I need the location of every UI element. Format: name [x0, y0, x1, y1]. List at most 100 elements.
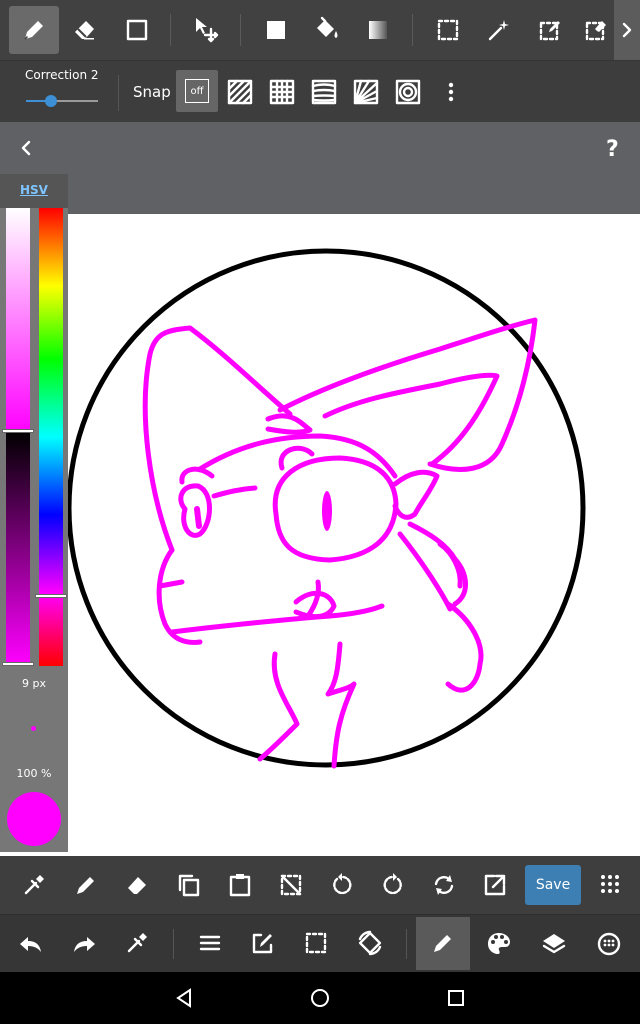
snap-radial-icon — [353, 79, 379, 105]
snap-radial-button[interactable] — [353, 79, 379, 109]
fill-color-tool-button[interactable] — [251, 6, 301, 54]
rotate-canvas-button[interactable] — [356, 929, 384, 961]
copy-button[interactable] — [176, 872, 202, 902]
bucket-tool-button[interactable] — [302, 6, 352, 54]
snap-off-button[interactable]: off — [176, 70, 218, 112]
pen-button[interactable] — [74, 873, 98, 901]
selection-button[interactable] — [304, 931, 328, 959]
menu-button[interactable] — [198, 931, 222, 959]
saturation-bar[interactable] — [6, 208, 30, 432]
eyedropper-button-2[interactable] — [125, 931, 149, 959]
toolbar-divider — [240, 14, 241, 46]
pen-icon — [77, 877, 94, 894]
drawing-canvas[interactable] — [0, 214, 640, 856]
brush-size-slider[interactable] — [26, 92, 98, 110]
snap-label: Snap — [133, 83, 171, 101]
main-toolbar — [0, 0, 640, 60]
eraser-button[interactable] — [125, 873, 149, 901]
collapse-panel-button[interactable] — [14, 136, 38, 164]
snap-circle-icon — [395, 79, 421, 105]
snap-grid-icon — [269, 79, 295, 105]
paste-button[interactable] — [227, 872, 253, 902]
opacity-label: 100 % — [16, 767, 52, 780]
magic-wand-tool-button[interactable] — [474, 6, 524, 54]
transform-button[interactable] — [482, 872, 508, 902]
options-divider — [118, 75, 119, 111]
select-pen-icon — [539, 21, 560, 41]
back-button[interactable] — [172, 986, 196, 1014]
settings-button[interactable] — [596, 931, 622, 961]
grid-menu-button[interactable] — [598, 872, 622, 902]
snap-parallel-button[interactable] — [227, 79, 253, 109]
select-eraser-tool-button[interactable] — [576, 6, 616, 54]
options-overflow-button[interactable] — [443, 79, 459, 109]
eyedropper-button[interactable] — [22, 873, 46, 901]
transform-icon — [484, 874, 506, 896]
home-circle-icon — [311, 989, 329, 1007]
rotate-right-icon — [383, 873, 402, 895]
rotate-left-icon — [333, 873, 352, 895]
snap-circle-button[interactable] — [395, 79, 421, 109]
pen-icon — [24, 21, 43, 40]
value-handle[interactable] — [2, 662, 34, 666]
snap-perspective-button[interactable] — [311, 79, 337, 109]
brush-size-preview — [31, 726, 36, 731]
toolbar-more-button[interactable] — [614, 0, 640, 60]
redo-button[interactable] — [71, 931, 97, 961]
eraser-icon — [128, 877, 146, 894]
select-eraser-icon — [585, 21, 606, 41]
snap-parallel-icon — [227, 79, 253, 105]
snap-perspective-icon — [311, 79, 337, 105]
slider-knob[interactable] — [45, 95, 58, 107]
toolbar-divider — [173, 929, 174, 959]
brush-name-label: Correction 2 — [25, 68, 99, 82]
color-mode-label: HSV — [20, 183, 48, 197]
edit-button[interactable] — [251, 931, 275, 959]
fill-color-icon — [267, 21, 285, 39]
color-palette-button[interactable] — [486, 931, 512, 961]
brush-size-label: 9 px — [22, 677, 46, 690]
hamburger-icon — [199, 935, 221, 951]
save-button[interactable]: Save — [525, 865, 581, 905]
hue-handle[interactable] — [35, 594, 67, 598]
color-panel: HSV 9 px 100 % — [0, 174, 68, 852]
grid-dots-icon — [601, 875, 619, 893]
layers-button[interactable] — [541, 931, 567, 961]
color-mode-tab[interactable]: HSV — [0, 174, 68, 208]
select-pen-tool-button[interactable] — [525, 6, 575, 54]
selection-icon — [437, 19, 459, 41]
rotate-left-button[interactable] — [329, 872, 355, 902]
edit-toolbar: Save — [0, 856, 640, 914]
magic-wand-icon — [488, 20, 509, 41]
deselect-icon — [280, 874, 302, 896]
deselect-button[interactable] — [278, 872, 304, 902]
paste-icon — [229, 874, 251, 897]
move-icon — [196, 18, 219, 43]
current-color-swatch[interactable] — [7, 792, 61, 846]
redo-icon — [74, 937, 95, 952]
svg-text:?: ? — [606, 137, 619, 162]
rotate-right-button[interactable] — [380, 872, 406, 902]
snap-grid-button[interactable] — [269, 79, 295, 109]
rotate-canvas-icon — [358, 930, 382, 956]
overflow-dots-icon — [448, 82, 454, 102]
help-button[interactable]: ? — [600, 134, 628, 166]
eyedropper-icon — [24, 875, 44, 895]
sketch-strokes — [142, 317, 538, 769]
saturation-handle[interactable] — [2, 429, 34, 433]
pen-tool-button[interactable] — [9, 6, 59, 54]
move-tool-button[interactable] — [181, 6, 231, 54]
flip-button[interactable] — [431, 872, 457, 902]
rectangle-tool-button[interactable] — [112, 6, 162, 54]
selection-tool-button[interactable] — [423, 6, 473, 54]
home-button[interactable] — [308, 986, 332, 1014]
help-icon: ? — [606, 137, 619, 162]
recents-button[interactable] — [444, 986, 468, 1014]
recents-square-icon — [448, 990, 464, 1006]
settings-dots-icon — [597, 932, 621, 956]
eraser-tool-button[interactable] — [60, 6, 110, 54]
gradient-tool-button[interactable] — [353, 6, 403, 54]
undo-button[interactable] — [18, 931, 44, 961]
brush-button[interactable] — [416, 917, 470, 970]
value-bar[interactable] — [6, 432, 30, 664]
